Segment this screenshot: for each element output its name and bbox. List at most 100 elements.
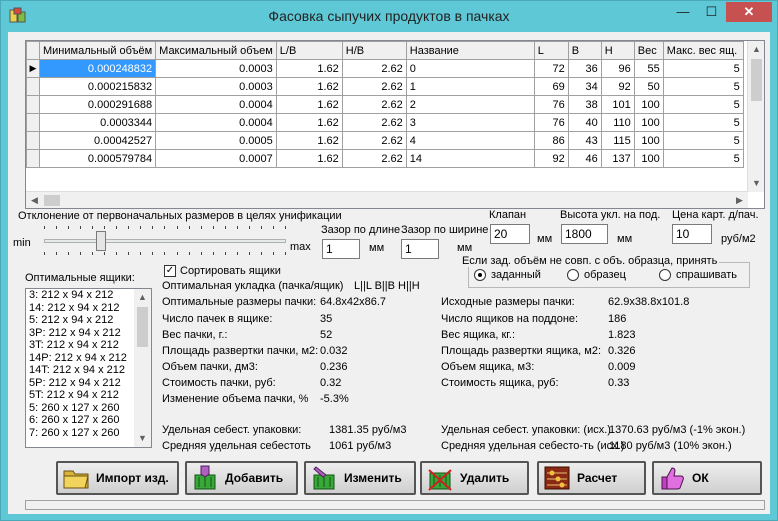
scroll-left-arrow-icon[interactable]: ◀ — [26, 192, 43, 208]
table-cell[interactable]: 1.62 — [275, 131, 343, 150]
table-row[interactable]: 0.0003344 0.0004 1.62 2.62 3 76 40 110 1… — [26, 113, 744, 132]
radio-sample-label[interactable]: образец — [584, 269, 626, 281]
import-button[interactable]: Импорт изд. — [56, 461, 179, 495]
table-cell[interactable]: 0.0003 — [155, 77, 277, 96]
list-item[interactable]: 3: 212 x 94 x 212 — [26, 289, 151, 302]
table-cell[interactable]: 137 — [600, 149, 635, 168]
add-button[interactable]: Добавить — [185, 461, 298, 495]
table-cell[interactable]: 0.00042527 — [38, 131, 157, 150]
list-item[interactable]: 5: 212 x 94 x 212 — [26, 314, 151, 327]
scroll-up-arrow-icon[interactable]: ▲ — [134, 289, 151, 306]
table-cell[interactable]: 5 — [662, 95, 744, 114]
table-cell[interactable]: 100 — [633, 149, 664, 168]
table-cell[interactable]: 2 — [405, 95, 535, 114]
table-cell[interactable]: 2.62 — [341, 77, 407, 96]
list-item[interactable]: 14T: 212 x 94 x 212 — [26, 364, 151, 377]
cardboard-price-input[interactable]: 10 — [672, 224, 712, 244]
table-cell[interactable]: 0.000215832 — [38, 77, 157, 96]
list-item[interactable]: 3P: 212 x 94 x 212 — [26, 327, 151, 340]
table-cell[interactable]: 69 — [533, 77, 569, 96]
radio-specified-label[interactable]: заданный — [491, 269, 541, 281]
table-cell[interactable]: 1.62 — [275, 77, 343, 96]
list-item[interactable]: 5: 260 x 127 x 260 — [26, 402, 151, 415]
column-header[interactable]: Максимальный объем — [155, 41, 277, 60]
table-cell[interactable]: 2.62 — [341, 131, 407, 150]
table-cell[interactable]: 43 — [567, 131, 602, 150]
table-cell[interactable]: 34 — [567, 77, 602, 96]
column-header[interactable]: B — [567, 41, 602, 60]
optimal-boxes-list[interactable]: 3: 212 x 94 x 212 14: 212 x 94 x 212 5: … — [25, 288, 152, 448]
valve-input[interactable]: 20 — [490, 224, 530, 244]
table-cell[interactable]: 1 — [405, 77, 535, 96]
table-cell[interactable]: 86 — [533, 131, 569, 150]
column-header[interactable]: H — [600, 41, 635, 60]
column-header[interactable]: H/B — [341, 41, 407, 60]
table-cell[interactable]: 115 — [600, 131, 635, 150]
list-item[interactable]: 14: 212 x 94 x 212 — [26, 302, 151, 315]
radio-ask-label[interactable]: спрашивать — [676, 269, 737, 281]
stack-height-input[interactable]: 1800 — [561, 224, 608, 244]
table-cell[interactable]: 96 — [600, 59, 635, 78]
column-header[interactable]: Минимальный объём — [38, 41, 157, 60]
radio-specified[interactable] — [474, 269, 486, 281]
table-cell[interactable]: 0.0007 — [155, 149, 277, 168]
table-row[interactable]: 0.000215832 0.0003 1.62 2.62 1 69 34 92 … — [26, 77, 744, 96]
table-cell[interactable]: 36 — [567, 59, 602, 78]
calculate-button[interactable]: Расчет — [537, 461, 646, 495]
column-header[interactable]: Вес — [633, 41, 664, 60]
table-cell[interactable]: 0.000579784 — [38, 149, 157, 168]
column-header[interactable]: L — [533, 41, 569, 60]
radio-sample[interactable] — [567, 269, 579, 281]
scroll-down-arrow-icon[interactable]: ▼ — [134, 430, 151, 447]
close-button[interactable]: ✕ — [726, 2, 772, 22]
table-cell[interactable]: 101 — [600, 95, 635, 114]
table-cell[interactable]: 5 — [662, 131, 744, 150]
table-cell[interactable]: 46 — [567, 149, 602, 168]
table-cell[interactable]: 72 — [533, 59, 569, 78]
radio-ask[interactable] — [659, 269, 671, 281]
table-cell[interactable]: 3 — [405, 113, 535, 132]
delete-button[interactable]: Удалить — [420, 461, 529, 495]
table-cell[interactable]: 38 — [567, 95, 602, 114]
scroll-thumb[interactable] — [44, 195, 60, 206]
table-cell[interactable]: 4 — [405, 131, 535, 150]
scroll-right-arrow-icon[interactable]: ▶ — [731, 192, 748, 208]
table-cell[interactable]: 92 — [533, 149, 569, 168]
table-cell[interactable]: 92 — [600, 77, 635, 96]
minimize-button[interactable]: — — [669, 2, 697, 22]
gap-width-input[interactable]: 1 — [401, 239, 439, 259]
products-grid[interactable]: Минимальный объём Максимальный объем L/B… — [25, 40, 765, 209]
table-cell[interactable]: 0 — [405, 59, 535, 78]
column-header[interactable]: L/B — [275, 41, 343, 60]
table-cell[interactable]: 100 — [633, 95, 664, 114]
table-row[interactable]: 0.000291688 0.0004 1.62 2.62 2 76 38 101… — [26, 95, 744, 114]
list-vertical-scrollbar[interactable]: ▲ ▼ — [134, 289, 151, 447]
list-item[interactable]: 6: 260 x 127 x 260 — [26, 414, 151, 427]
table-cell[interactable]: 5 — [662, 59, 744, 78]
table-row[interactable]: ▶ 0.000248832 0.0003 1.62 2.62 0 72 36 9… — [26, 59, 744, 78]
gap-length-input[interactable]: 1 — [322, 239, 360, 259]
table-row[interactable]: 0.00042527 0.0005 1.62 2.62 4 86 43 115 … — [26, 131, 744, 150]
table-cell[interactable]: 55 — [633, 59, 664, 78]
list-item[interactable]: 5P: 212 x 94 x 212 — [26, 377, 151, 390]
table-cell[interactable]: 2.62 — [341, 59, 407, 78]
grid-vertical-scrollbar[interactable]: ▲ ▼ — [747, 41, 764, 192]
table-cell[interactable]: 14 — [405, 149, 535, 168]
list-item[interactable]: 3T: 212 x 94 x 212 — [26, 339, 151, 352]
table-cell[interactable]: 110 — [600, 113, 635, 132]
table-cell[interactable]: 100 — [633, 131, 664, 150]
table-cell[interactable]: 1.62 — [275, 95, 343, 114]
table-cell[interactable]: 5 — [662, 113, 744, 132]
table-cell[interactable]: 0.000291688 — [38, 95, 157, 114]
scroll-thumb[interactable] — [137, 307, 148, 347]
table-cell[interactable]: 2.62 — [341, 113, 407, 132]
sort-boxes-checkbox[interactable]: ✓ — [164, 265, 176, 277]
scroll-down-arrow-icon[interactable]: ▼ — [748, 175, 764, 192]
table-cell[interactable]: 0.0004 — [155, 95, 277, 114]
list-item[interactable]: 7: 260 x 127 x 260 — [26, 427, 151, 440]
table-cell[interactable]: 0.000248832 — [38, 59, 157, 78]
table-cell[interactable]: 50 — [633, 77, 664, 96]
grid-horizontal-scrollbar[interactable]: ◀ ▶ — [26, 191, 748, 208]
ok-button[interactable]: ОК — [652, 461, 762, 495]
table-cell[interactable]: 1.62 — [275, 59, 343, 78]
